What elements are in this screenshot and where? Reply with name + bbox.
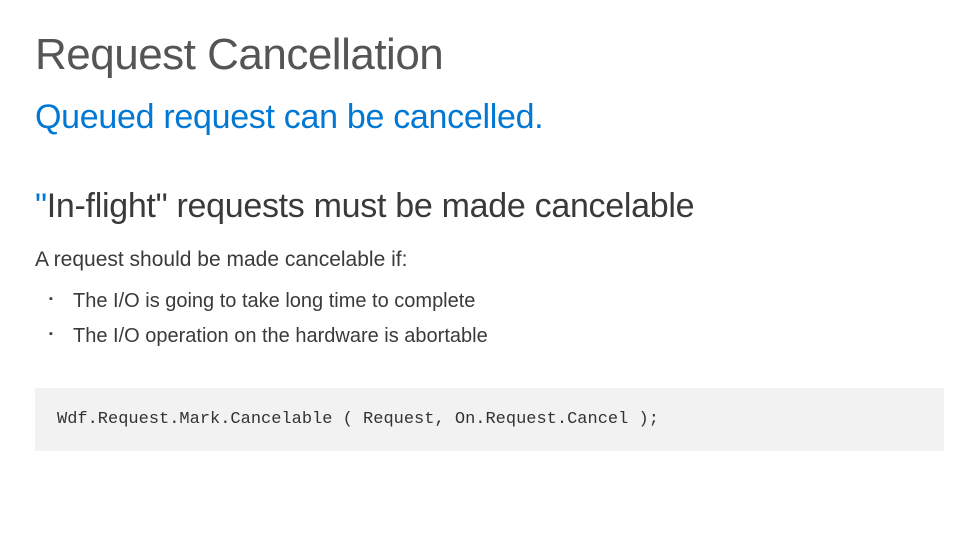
list-item: The I/O is going to take long time to co…: [49, 290, 944, 313]
list-item: The I/O operation on the hardware is abo…: [49, 325, 944, 348]
section-header-word: In-flight: [47, 187, 156, 225]
section-header-suffix: " requests must be made cancelable: [156, 187, 695, 225]
code-block: Wdf.Request.Mark.Cancelable ( Request, O…: [35, 388, 944, 451]
slide-subtitle: Queued request can be cancelled.: [35, 98, 944, 137]
section-header: "In-flight" requests must be made cancel…: [35, 187, 944, 226]
slide-title: Request Cancellation: [35, 30, 944, 80]
bullet-list: The I/O is going to take long time to co…: [35, 290, 944, 348]
section-header-quote-open: ": [35, 187, 47, 225]
condition-intro: A request should be made cancelable if:: [35, 248, 944, 272]
